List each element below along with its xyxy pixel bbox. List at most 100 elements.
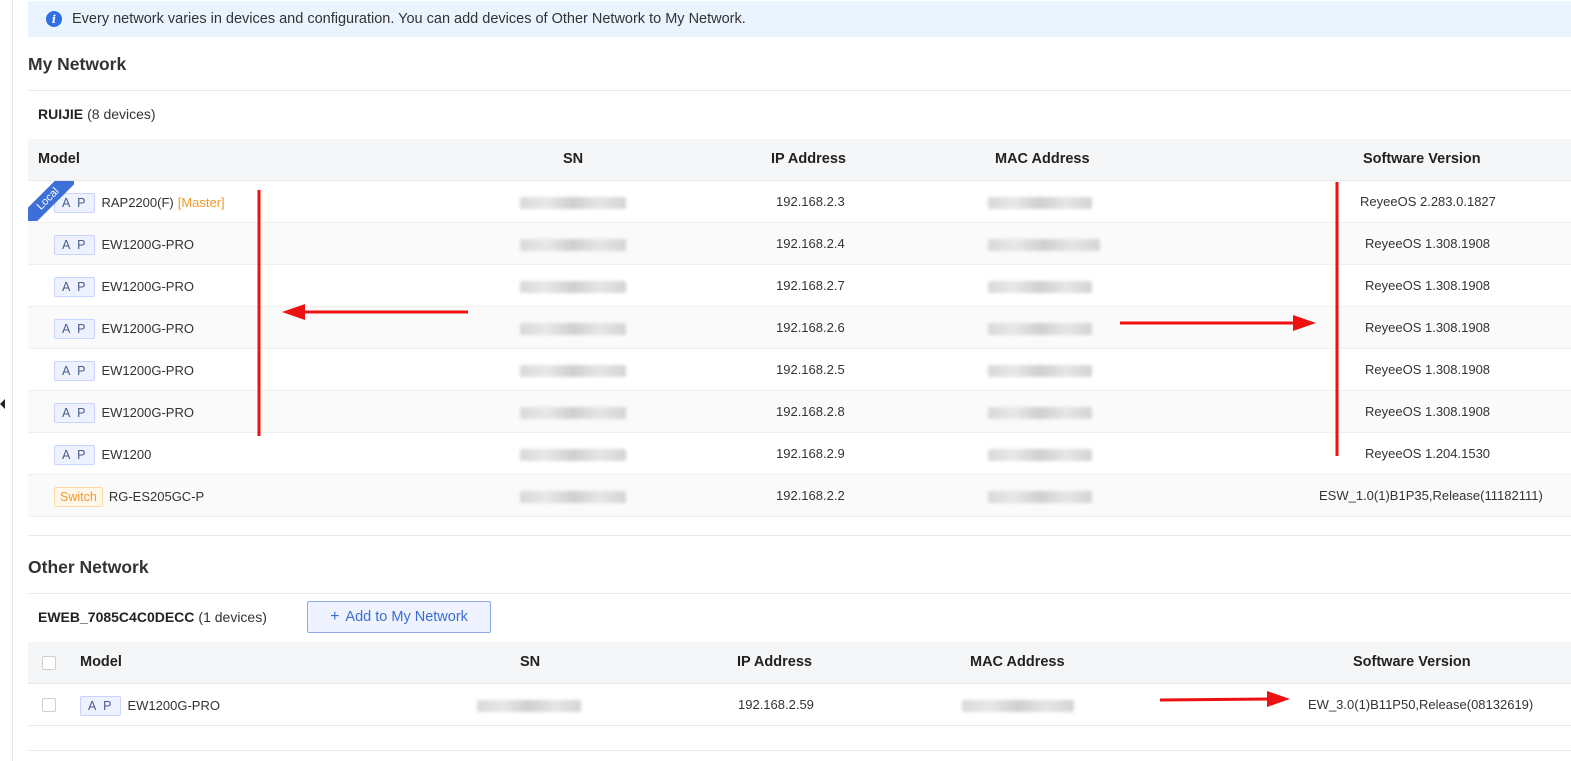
select-all-checkbox[interactable] <box>42 656 56 670</box>
divider <box>28 535 1571 536</box>
device-type-tag: A P <box>54 234 96 255</box>
sn-cell <box>520 265 626 306</box>
collapse-sidebar-handle[interactable] <box>0 391 8 417</box>
redacted-mac <box>988 490 1092 503</box>
software-version-cell: EW_3.0(1)B11P50,Release(08132619) <box>1308 697 1534 712</box>
software-version-cell: ReyeeOS 1.308.1908 <box>1365 236 1491 251</box>
column-header-software-version: Software Version <box>1363 151 1481 167</box>
column-header-software-version: Software Version <box>1353 654 1471 670</box>
mac-cell <box>962 684 1074 725</box>
redacted-sn <box>520 280 626 293</box>
table-row: A P EW1200G-PRO 192.168.2.59 EW_3.0(1)B11… <box>28 684 1571 726</box>
left-sidebar-edge <box>0 0 13 761</box>
device-type-tag: A P <box>54 360 96 381</box>
group-name: RUIJIE <box>38 106 84 122</box>
divider <box>28 750 1571 751</box>
table-row: A P EW1200G-PRO 192.168.2.5 ReyeeOS 1.308… <box>28 349 1571 391</box>
other-network-table: Model SN IP Address MAC Address Software… <box>28 642 1571 726</box>
model-cell: A P EW1200G-PRO <box>54 391 194 432</box>
software-version-cell: ReyeeOS 1.308.1908 <box>1365 404 1491 419</box>
model-name: EW1200G-PRO <box>101 237 194 253</box>
table-row: A P EW1200G-PRO 192.168.2.4 ReyeeOS 1.308… <box>28 223 1571 265</box>
model-name: EW1200G-PRO <box>101 405 194 421</box>
mac-cell <box>988 391 1092 432</box>
software-version-cell: ReyeeOS 1.308.1908 <box>1365 320 1491 335</box>
software-version-cell: ReyeeOS 2.283.0.1827 <box>1360 194 1496 209</box>
group-name: EWEB_7085C4C0DECC <box>38 609 195 625</box>
model-name: EW1200G-PRO <box>101 279 194 295</box>
sn-cell <box>520 307 626 348</box>
my-network-table: Model SN IP Address MAC Address Software… <box>28 139 1571 517</box>
redacted-mac <box>988 448 1092 461</box>
add-button-label: Add to My Network <box>345 609 468 625</box>
sn-cell <box>520 223 626 264</box>
add-to-my-network-button[interactable]: + Add to My Network <box>307 601 491 633</box>
device-type-tag: A P <box>54 444 96 465</box>
group-header-ruijie: RUIJIE (8 devices) <box>38 106 156 122</box>
redacted-mac <box>988 406 1092 419</box>
local-label: Local <box>28 181 74 221</box>
model-name: RG-ES205GC-P <box>108 489 205 505</box>
ip-cell: 192.168.2.59 <box>738 697 814 712</box>
mac-cell <box>988 265 1092 306</box>
sn-cell <box>477 684 581 725</box>
redacted-mac <box>962 699 1074 712</box>
software-version-cell: ESW_1.0(1)B1P35,Release(11182111) <box>1319 488 1543 503</box>
model-name: EW1200 <box>101 447 152 463</box>
divider <box>28 593 1571 594</box>
group-count: (1 devices) <box>198 609 267 625</box>
redacted-sn <box>520 490 626 503</box>
column-header-model: Model <box>80 654 122 670</box>
sn-cell <box>520 433 626 474</box>
info-icon: i <box>46 11 62 27</box>
row-checkbox[interactable] <box>42 698 56 712</box>
redacted-mac <box>988 280 1092 293</box>
ip-cell: 192.168.2.7 <box>776 278 845 293</box>
sn-cell <box>520 349 626 390</box>
redacted-sn <box>520 322 626 335</box>
table-row: A P EW1200G-PRO 192.168.2.7 ReyeeOS 1.308… <box>28 265 1571 307</box>
redacted-sn <box>520 196 626 209</box>
model-cell: A P EW1200G-PRO <box>54 349 194 390</box>
column-header-mac: MAC Address <box>970 654 1065 670</box>
table-row: Switch RG-ES205GC-P 192.168.2.2 ESW_1.0(1… <box>28 475 1571 517</box>
table-header: Model SN IP Address MAC Address Software… <box>28 139 1571 181</box>
redacted-mac <box>988 196 1092 209</box>
software-version-cell: ReyeeOS 1.308.1908 <box>1365 278 1491 293</box>
table-header: Model SN IP Address MAC Address Software… <box>28 642 1571 684</box>
table-row: A P EW1200G-PRO 192.168.2.6 ReyeeOS 1.308… <box>28 307 1571 349</box>
mac-cell <box>988 223 1100 264</box>
sn-cell <box>520 475 626 516</box>
redacted-mac <box>988 364 1092 377</box>
device-type-tag: A P <box>54 318 96 339</box>
sn-cell <box>520 391 626 432</box>
redacted-mac <box>988 322 1092 335</box>
local-ribbon: Local <box>28 181 74 221</box>
divider <box>28 90 1571 91</box>
info-banner-text: Every network varies in devices and conf… <box>72 11 746 27</box>
mac-cell <box>988 181 1092 222</box>
redacted-sn <box>520 364 626 377</box>
table-row: A P EW1200 192.168.2.9 ReyeeOS 1.204.1530 <box>28 433 1571 475</box>
group-count: (8 devices) <box>87 106 156 122</box>
ip-cell: 192.168.2.9 <box>776 446 845 461</box>
column-header-ip: IP Address <box>771 151 846 167</box>
model-cell: A P EW1200 <box>54 433 151 474</box>
table-row: A P RAP2200(F) [Master] 192.168.2.3 ReyeeO… <box>28 181 1571 223</box>
model-cell: A P EW1200G-PRO <box>54 265 194 306</box>
redacted-sn <box>520 448 626 461</box>
ip-cell: 192.168.2.4 <box>776 236 845 251</box>
ip-cell: 192.168.2.3 <box>776 194 845 209</box>
group-header-eweb: EWEB_7085C4C0DECC (1 devices) <box>38 609 267 625</box>
column-header-ip: IP Address <box>737 654 812 670</box>
table-row: A P EW1200G-PRO 192.168.2.8 ReyeeOS 1.308… <box>28 391 1571 433</box>
model-cell: A P EW1200G-PRO <box>80 684 220 725</box>
device-type-tag: A P <box>54 402 96 423</box>
software-version-cell: ReyeeOS 1.308.1908 <box>1365 362 1491 377</box>
my-network-title: My Network <box>28 54 127 74</box>
redacted-sn <box>520 406 626 419</box>
ip-cell: 192.168.2.2 <box>776 488 845 503</box>
model-cell: A P EW1200G-PRO <box>54 307 194 348</box>
column-header-model: Model <box>38 151 80 167</box>
column-header-sn: SN <box>563 151 584 167</box>
